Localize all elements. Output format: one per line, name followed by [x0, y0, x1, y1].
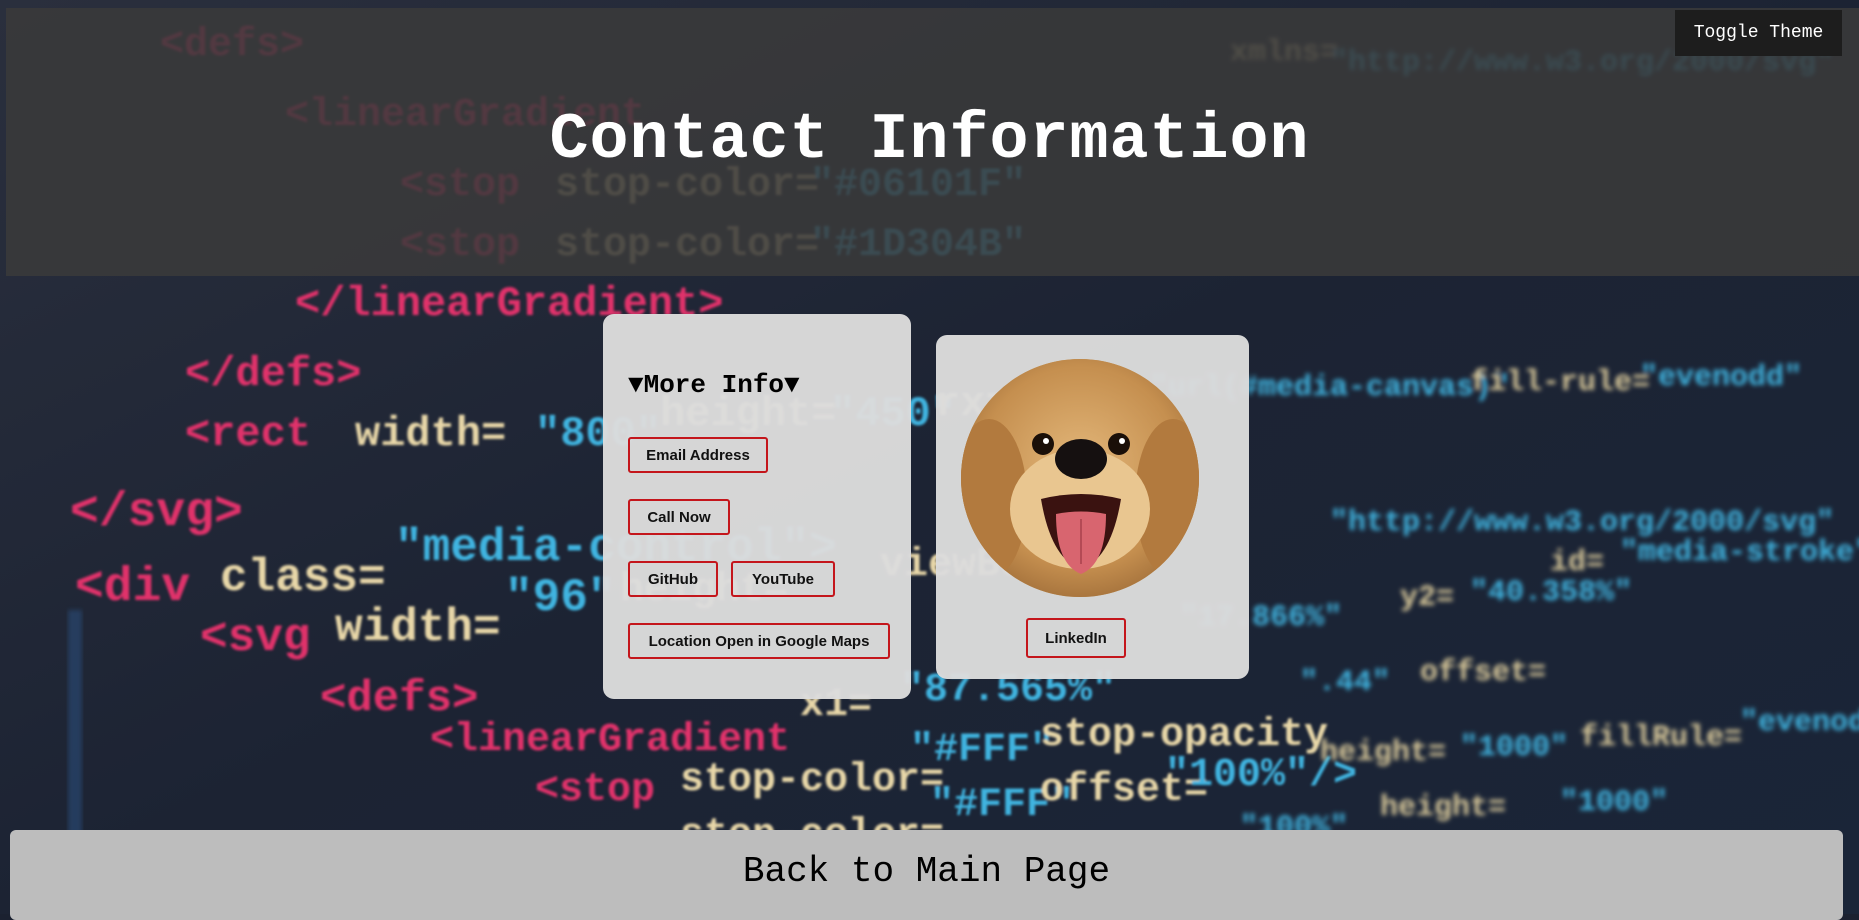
- svg-text:width=: width=: [355, 410, 506, 458]
- svg-text:y2=: y2=: [1400, 581, 1454, 615]
- toggle-theme-button[interactable]: Toggle Theme: [1675, 10, 1842, 56]
- svg-text:fill-rule=: fill-rule=: [1470, 366, 1650, 400]
- github-button[interactable]: GitHub: [628, 561, 718, 597]
- svg-text:"96": "96": [505, 572, 615, 624]
- svg-text:".44": ".44": [1300, 666, 1390, 700]
- svg-text:<linearGradient: <linearGradient: [430, 718, 790, 763]
- svg-text:stop-color=: stop-color=: [680, 758, 944, 803]
- linkedin-button[interactable]: LinkedIn: [1026, 618, 1126, 658]
- svg-text:fillRule=: fillRule=: [1580, 721, 1742, 755]
- svg-text:"evenodd": "evenodd": [1740, 706, 1859, 740]
- svg-text:<div: <div: [75, 561, 190, 615]
- email-button[interactable]: Email Address: [628, 437, 768, 473]
- svg-text:offset=: offset=: [1420, 656, 1546, 690]
- svg-text:"media-stroke": "media-stroke": [1620, 536, 1859, 570]
- svg-text:"40.358%": "40.358%": [1470, 576, 1632, 610]
- svg-text:<svg: <svg: [200, 612, 310, 664]
- back-to-main-button[interactable]: Back to Main Page: [10, 830, 1843, 920]
- svg-text:"1000": "1000": [1460, 731, 1568, 765]
- svg-text:"#FFF": "#FFF": [910, 728, 1054, 773]
- svg-text:stop-opacity: stop-opacity: [1040, 713, 1328, 758]
- profile-card: LinkedIn: [936, 335, 1249, 679]
- more-info-heading[interactable]: ▼More Info▼: [628, 370, 800, 400]
- svg-text:"1000": "1000": [1560, 786, 1668, 820]
- svg-text:id=: id=: [1550, 546, 1604, 580]
- more-info-card: ▼More Info▼ Email Address Call Now GitHu…: [603, 314, 911, 699]
- svg-text:<rect: <rect: [185, 410, 311, 458]
- call-button[interactable]: Call Now: [628, 499, 730, 535]
- svg-text:height=: height=: [1320, 736, 1446, 770]
- svg-text:</svg>: </svg>: [70, 486, 243, 540]
- location-button[interactable]: Location Open in Google Maps: [628, 623, 890, 659]
- dog-photo: [961, 359, 1199, 597]
- svg-text:"http://www.w3.org/2000/svg": "http://www.w3.org/2000/svg": [1330, 506, 1834, 540]
- svg-text:<defs>: <defs>: [320, 674, 478, 724]
- svg-text:class=: class=: [220, 552, 386, 604]
- svg-text:</defs>: </defs>: [185, 350, 361, 398]
- svg-text:"evenodd": "evenodd": [1640, 361, 1802, 395]
- page-title: Contact Information: [549, 103, 1310, 177]
- youtube-button[interactable]: YouTube: [731, 561, 835, 597]
- svg-text:<stop: <stop: [535, 768, 655, 813]
- svg-text:width=: width=: [335, 602, 501, 654]
- svg-text:height=: height=: [1380, 791, 1506, 825]
- avatar: [961, 359, 1199, 597]
